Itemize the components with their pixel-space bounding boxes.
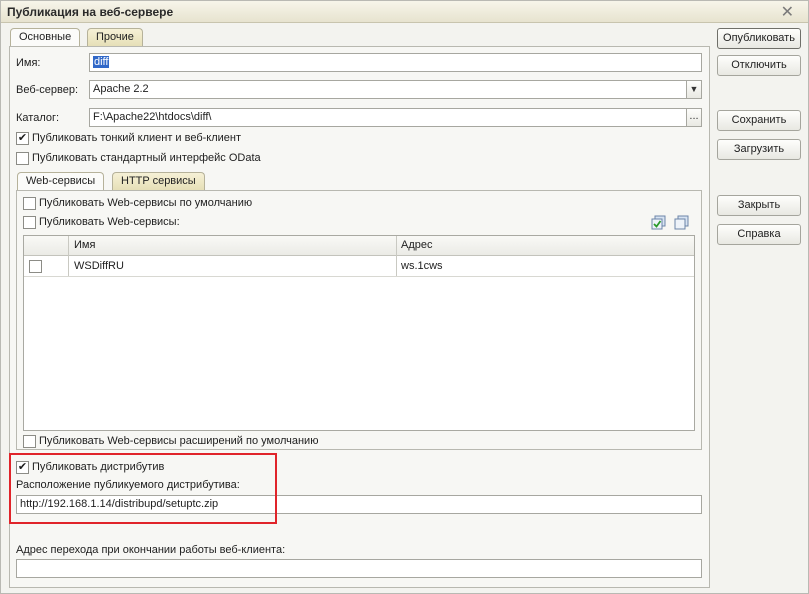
catalog-input[interactable]: F:\Apache22\htdocs\diff\ ... — [89, 108, 702, 127]
tab-http-services[interactable]: HTTP сервисы — [112, 172, 205, 190]
help-button[interactable]: Справка — [717, 224, 801, 245]
column-header-name[interactable]: Имя — [74, 239, 95, 251]
save-button[interactable]: Сохранить — [717, 110, 801, 131]
publication-dialog: Публикация на веб-сервере ✕ Основные Про… — [0, 0, 809, 594]
window-title: Публикация на веб-сервере — [7, 5, 174, 19]
catalog-label: Каталог: — [16, 112, 60, 124]
server-value: Apache 2.2 — [93, 83, 149, 95]
row-checkbox[interactable] — [29, 260, 42, 273]
table-header: Имя Адрес — [24, 236, 694, 256]
browse-icon[interactable]: ... — [686, 109, 701, 126]
thin-client-checkbox[interactable]: ✔ — [16, 132, 29, 145]
ws-extensions-checkbox[interactable] — [23, 435, 36, 448]
name-label: Имя: — [16, 57, 41, 69]
ws-default-checkbox[interactable] — [23, 197, 36, 210]
exit-url-input[interactable] — [16, 559, 702, 578]
publish-button[interactable]: Опубликовать — [717, 28, 801, 49]
chevron-down-icon[interactable]: ▼ — [686, 81, 701, 98]
highlight-frame — [9, 453, 277, 524]
ws-publish-label: Публиковать Web-сервисы: — [39, 216, 180, 228]
tab-other[interactable]: Прочие — [87, 28, 143, 46]
row-name: WSDiffRU — [74, 260, 124, 272]
ws-default-label: Публиковать Web-сервисы по умолчанию — [39, 197, 253, 209]
uncheck-all-icon[interactable] — [674, 215, 689, 230]
web-services-table: Имя Адрес WSDiffRU ws.1cws — [23, 235, 695, 431]
server-label: Веб-сервер: — [16, 84, 79, 96]
tab-main[interactable]: Основные — [10, 28, 81, 47]
odata-label: Публиковать стандартный интерфейс OData — [32, 152, 261, 164]
ws-publish-checkbox[interactable] — [23, 216, 36, 229]
close-button[interactable]: Закрыть — [717, 195, 801, 216]
column-header-address[interactable]: Адрес — [401, 239, 433, 251]
table-row[interactable]: WSDiffRU ws.1cws — [24, 257, 694, 277]
catalog-value: F:\Apache22\htdocs\diff\ — [93, 111, 212, 123]
thin-client-label: Публиковать тонкий клиент и веб-клиент — [32, 132, 242, 144]
ws-extensions-label: Публиковать Web-сервисы расширений по ум… — [39, 435, 319, 447]
close-icon[interactable]: ✕ — [781, 2, 794, 22]
server-select[interactable]: Apache 2.2 ▼ — [89, 80, 702, 99]
title-bar: Публикация на веб-сервере ✕ — [1, 1, 808, 23]
load-button[interactable]: Загрузить — [717, 139, 801, 160]
exit-url-label: Адрес перехода при окончании работы веб-… — [16, 544, 286, 556]
tab-web-services[interactable]: Web-сервисы — [17, 172, 105, 191]
odata-checkbox[interactable] — [16, 152, 29, 165]
row-address: ws.1cws — [401, 260, 443, 272]
check-all-icon[interactable] — [651, 215, 666, 230]
name-value: diff — [93, 56, 110, 68]
unpublish-button[interactable]: Отключить — [717, 55, 801, 76]
name-input[interactable]: diff — [89, 53, 702, 72]
